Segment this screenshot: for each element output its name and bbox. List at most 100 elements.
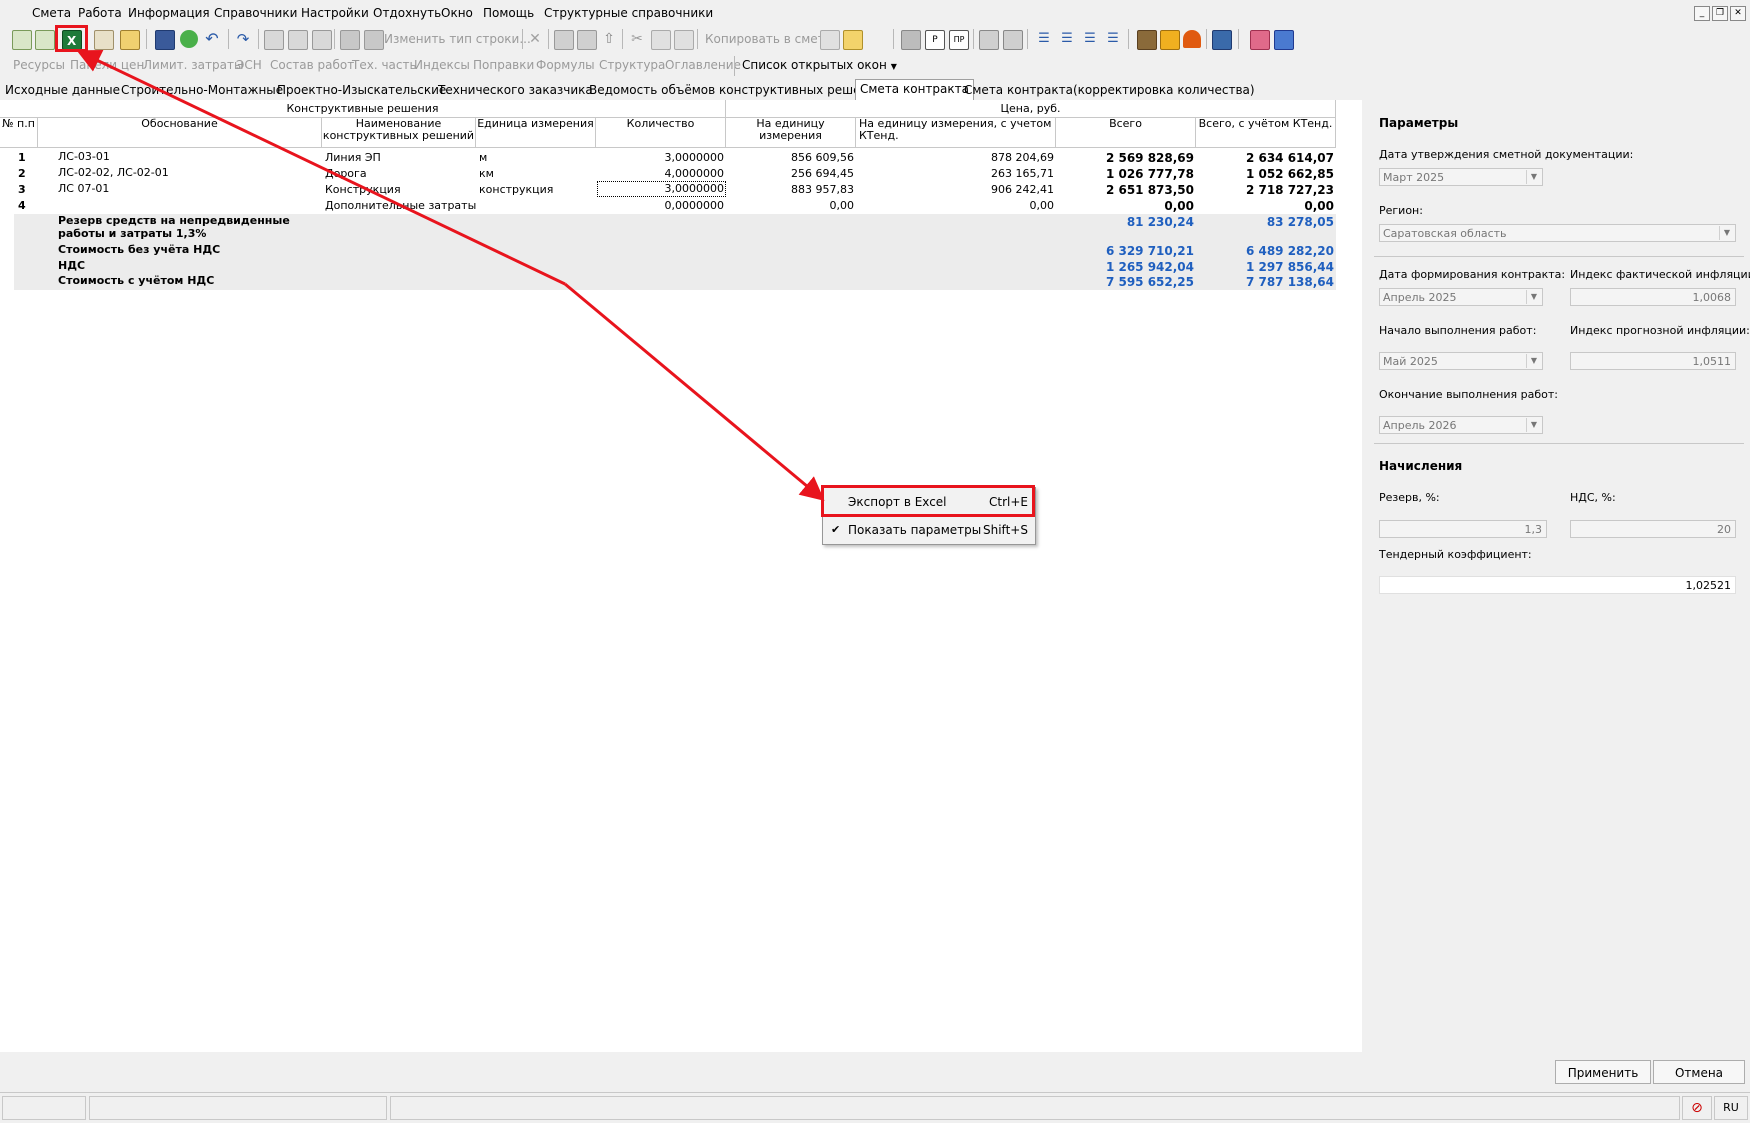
toolbar-corrections[interactable]: Поправки (473, 58, 534, 72)
start-select[interactable]: Май 2025 ▼ (1379, 352, 1543, 370)
toolbar-indexes[interactable]: Индексы (414, 58, 470, 72)
clipboard-icon[interactable] (820, 30, 840, 50)
row-quantity: 0,0000000 (664, 199, 725, 212)
calc-icon[interactable] (94, 30, 114, 50)
toolbar-limits[interactable]: Лимит. затраты (143, 58, 243, 72)
open-windows-dropdown[interactable]: Список открытых окон ▼ (742, 58, 897, 72)
structure-icon[interactable] (264, 30, 284, 50)
paste-icon[interactable] (674, 30, 694, 50)
tender-field[interactable]: 1,02521 (1379, 576, 1736, 594)
close-button[interactable]: ✕ (1730, 6, 1746, 21)
hammer-icon[interactable] (1137, 30, 1157, 50)
refresh-icon[interactable] (180, 30, 198, 48)
indent2-icon[interactable]: ☰ (1058, 30, 1076, 48)
reserve-field[interactable]: 1,3 (1379, 520, 1547, 538)
menu-informatsiya[interactable]: Информация (128, 6, 210, 20)
loader-icon[interactable] (1160, 30, 1180, 50)
truck2-icon[interactable] (364, 30, 384, 50)
toolbar-work-composition[interactable]: Состав работ (270, 58, 354, 72)
apply-button[interactable]: Применить (1555, 1060, 1651, 1084)
menu-otdokhnut[interactable]: Отдохнуть (373, 6, 441, 20)
filter-icon[interactable] (979, 30, 999, 50)
copy-icon[interactable] (651, 30, 671, 50)
region-select[interactable]: Саратовская область ▼ (1379, 224, 1736, 242)
approval-date-select[interactable]: Март 2025 ▼ (1379, 168, 1543, 186)
contract-date-select[interactable]: Апрель 2025 ▼ (1379, 288, 1543, 306)
filter2-icon[interactable] (1003, 30, 1023, 50)
col-unit[interactable]: Единица измерения (476, 118, 596, 148)
forecast-inflation-field[interactable]: 1,0511 (1570, 352, 1736, 370)
truck-icon[interactable] (340, 30, 360, 50)
toolbar-esn[interactable]: ЭСН (236, 58, 262, 72)
col-name[interactable]: Наименование конструктивных решений (322, 118, 476, 148)
tab-technical-customer[interactable]: Технического заказчика (434, 81, 597, 99)
search-icon[interactable] (120, 30, 140, 50)
menu-nastroyki[interactable]: Настройки (301, 6, 369, 20)
language-indicator[interactable]: RU (1714, 1096, 1748, 1120)
stamp-icon[interactable] (901, 30, 921, 50)
outdent-icon[interactable]: ☰ (1081, 30, 1099, 48)
row-quantity[interactable]: 3,0000000 (597, 181, 726, 197)
tab-construction[interactable]: Строительно-Монтажные (117, 81, 287, 99)
car-icon[interactable] (1212, 30, 1232, 50)
menu-spravochniki[interactable]: Справочники (214, 6, 297, 20)
toolbar-structure[interactable]: Структура (599, 58, 665, 72)
col-number[interactable]: № п.п (0, 118, 38, 148)
toolbar-tech-part[interactable]: Тех. часть (352, 58, 417, 72)
pr-doc-icon[interactable]: ПР (949, 30, 969, 50)
p-doc-icon[interactable]: P (925, 30, 945, 50)
outdent2-icon[interactable]: ☰ (1104, 30, 1122, 48)
end-select[interactable]: Апрель 2026 ▼ (1379, 416, 1543, 434)
menu-structural[interactable]: Структурные справочники (544, 6, 713, 20)
row-name: Дорога (325, 167, 367, 180)
book-pink-icon[interactable] (1250, 30, 1270, 50)
actual-inflation-field[interactable]: 1,0068 (1570, 288, 1736, 306)
tree-add-icon[interactable] (12, 30, 32, 50)
tree-insert-icon[interactable] (35, 30, 55, 50)
print-icon[interactable] (554, 30, 574, 50)
vat-field[interactable]: 20 (1570, 520, 1736, 538)
toolbar-contents[interactable]: Оглавление (665, 58, 741, 72)
menu-rabota[interactable]: Работа (78, 6, 122, 20)
menu-pomoshch[interactable]: Помощь (483, 6, 534, 20)
col-quantity[interactable]: Количество (596, 118, 726, 148)
redo-icon[interactable]: ↷ (234, 30, 252, 48)
tab-design-survey[interactable]: Проектно-Изыскательские (273, 81, 450, 99)
upload-icon[interactable]: ⇧ (600, 30, 618, 48)
folder-icon[interactable] (843, 30, 863, 50)
tab-contract-estimate-corrected[interactable]: Смета контракта(корректировка количества… (960, 81, 1259, 99)
actual-inflation-label: Индекс фактической инфляции: (1570, 268, 1750, 281)
tab-input-data[interactable]: Исходные данные (1, 81, 124, 99)
tab-contract-estimate[interactable]: Смета контракта (855, 79, 974, 101)
preview-icon[interactable] (577, 30, 597, 50)
delete-icon[interactable]: ✕ (526, 30, 544, 48)
cart-icon[interactable] (1183, 30, 1201, 48)
toolbar-price-panels[interactable]: Панели цен (70, 58, 144, 72)
indent-icon[interactable]: ☰ (1035, 30, 1053, 48)
change-row-type-button[interactable]: Изменить тип строки... (384, 32, 531, 46)
menu-okno[interactable]: Окно (441, 6, 473, 20)
col-total-k[interactable]: Всего, с учётом КТенд. (1196, 118, 1336, 148)
save-icon[interactable] (155, 30, 175, 50)
comment-icon[interactable] (312, 30, 332, 50)
col-per-unit[interactable]: На единицу измерения (726, 118, 856, 148)
toolbar-resources[interactable]: Ресурсы (13, 58, 65, 72)
book-blue-icon[interactable] (1274, 30, 1294, 50)
col-total[interactable]: Всего (1056, 118, 1196, 148)
row-total: 1 026 777,78 (1105, 167, 1194, 181)
copy-to-estimate-button[interactable]: Копировать в смету (705, 32, 832, 46)
chevron-down-icon: ▼ (890, 62, 897, 71)
menu-smeta[interactable]: Смета (32, 6, 71, 20)
menu-item-show-params[interactable]: ✔ Показать параметры Shift+S (823, 517, 1035, 543)
tab-volumes[interactable]: Ведомость объёмов конструктивных решений (585, 81, 888, 99)
col-basis[interactable]: Обоснование (38, 118, 322, 148)
summary-reserve-label: Резерв средств на непредвиденные работы … (58, 214, 290, 240)
col-per-unit-k[interactable]: На единицу измерения, с учетом КТенд. (856, 118, 1056, 148)
undo-icon[interactable]: ↶ (203, 30, 221, 48)
cut-icon[interactable]: ✂ (628, 30, 646, 48)
structure2-icon[interactable] (288, 30, 308, 50)
toolbar-formulas[interactable]: Формулы (536, 58, 595, 72)
minimize-button[interactable]: _ (1694, 6, 1710, 21)
cancel-button[interactable]: Отмена (1653, 1060, 1745, 1084)
restore-button[interactable]: ❐ (1712, 6, 1728, 21)
